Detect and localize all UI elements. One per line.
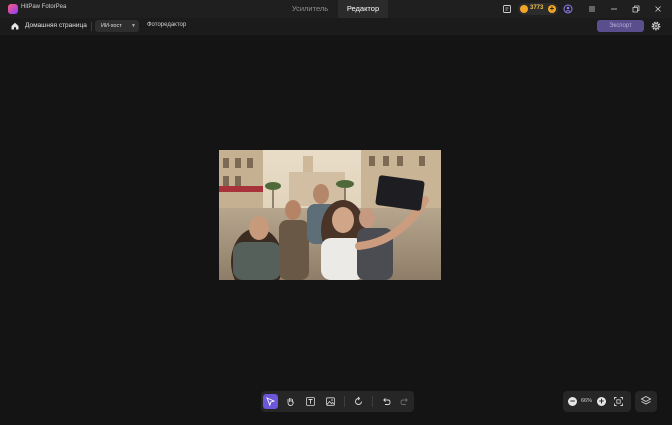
tool-bar [261,391,414,412]
minimize-icon[interactable] [609,4,619,14]
canvas-photo[interactable] [219,150,441,280]
chevron-down-icon: ▼ [131,23,136,29]
tool-divider [372,396,373,407]
text-tool-button[interactable] [303,394,318,409]
hand-tool-button[interactable] [283,394,298,409]
image-tool-button[interactable] [323,394,338,409]
zoom-value: 66% [581,398,593,404]
settings-icon[interactable] [650,20,662,32]
zoom-controls: − 66% + [563,391,631,412]
credit-count: 3773 [530,5,544,11]
mode-select-value: ИИ-хост [101,23,122,29]
redo-icon [400,397,408,405]
coin-icon [520,5,528,13]
title-bar: HitPaw FotorPea Усилитель Редактор 3773 … [0,0,672,18]
restore-icon[interactable] [631,4,641,14]
tab-enhancer[interactable]: Усилитель [282,0,338,18]
home-link[interactable]: Домашняя страница [25,22,87,29]
undo-button[interactable] [379,394,394,409]
redo-button[interactable] [397,394,412,409]
text-tool-icon [306,397,315,406]
tab-editor[interactable]: Редактор [338,0,388,18]
breadcrumb: Фоторедактор [147,22,187,28]
user-icon[interactable] [563,4,573,14]
app-name: HitPaw FotorPea [21,4,67,10]
home-icon[interactable] [10,21,20,31]
fit-screen-icon[interactable] [613,396,624,407]
layers-button[interactable] [635,391,657,412]
rotate-button[interactable] [351,394,366,409]
close-icon[interactable] [653,4,663,14]
credits-badge[interactable]: 3773 + [518,3,558,15]
rotate-icon [355,396,362,405]
image-tool-icon [326,397,335,406]
app-logo-icon [8,4,18,14]
photo-image [219,150,441,280]
select-tool-button[interactable] [263,394,278,409]
menu-icon[interactable] [587,4,597,14]
export-button[interactable]: Экспорт [597,20,644,32]
hand-tool-icon [287,397,294,406]
zoom-in-icon[interactable]: + [597,397,606,406]
mode-select[interactable]: ИИ-хост ▼ [95,20,139,32]
toolbar-divider [91,22,92,31]
select-tool-icon [266,397,276,407]
feedback-icon[interactable] [502,4,512,14]
zoom-out-icon[interactable]: − [568,397,577,406]
add-credits-button[interactable]: + [548,5,556,13]
undo-icon [383,397,391,405]
tool-divider [344,396,345,407]
layers-icon [640,395,652,405]
